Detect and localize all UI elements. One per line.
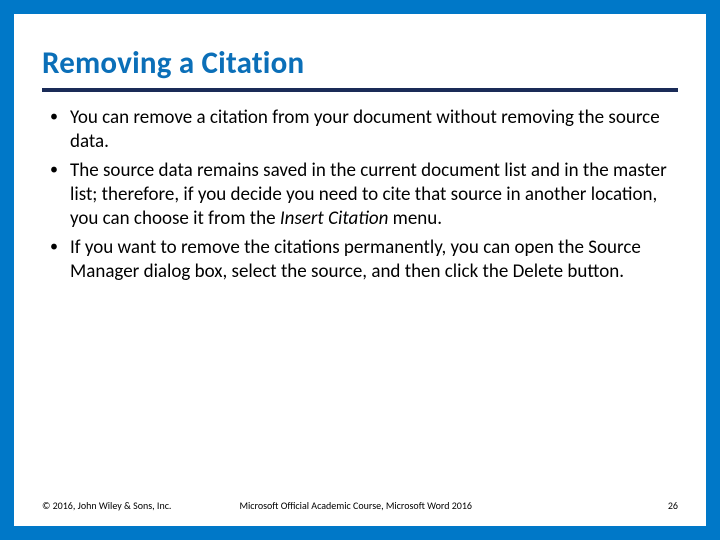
slide-footer: © 2016, John Wiley & Sons, Inc. Microsof… <box>42 499 678 512</box>
slide: Removing a Citation You can remove a cit… <box>0 0 720 540</box>
bullet-item: If you want to remove the citations perm… <box>42 236 678 285</box>
bullet-item: You can remove a citation from your docu… <box>42 106 678 155</box>
footer-page: 26 <box>668 499 678 512</box>
bullet-item: The source data remains saved in the cur… <box>42 159 678 232</box>
bullet-text: If you want to remove the citations perm… <box>70 236 641 283</box>
bullet-text: You can remove a citation from your docu… <box>70 106 660 153</box>
bullet-list: You can remove a citation from your docu… <box>42 106 678 284</box>
bullet-text-italic: Insert Citation <box>280 207 388 230</box>
slide-title: Removing a Citation <box>42 44 678 92</box>
footer-course: Microsoft Official Academic Course, Micr… <box>199 499 667 512</box>
slide-content: You can remove a citation from your docu… <box>42 106 678 284</box>
footer-copyright: © 2016, John Wiley & Sons, Inc. <box>42 499 199 512</box>
bullet-text-suffix: menu. <box>388 207 442 230</box>
